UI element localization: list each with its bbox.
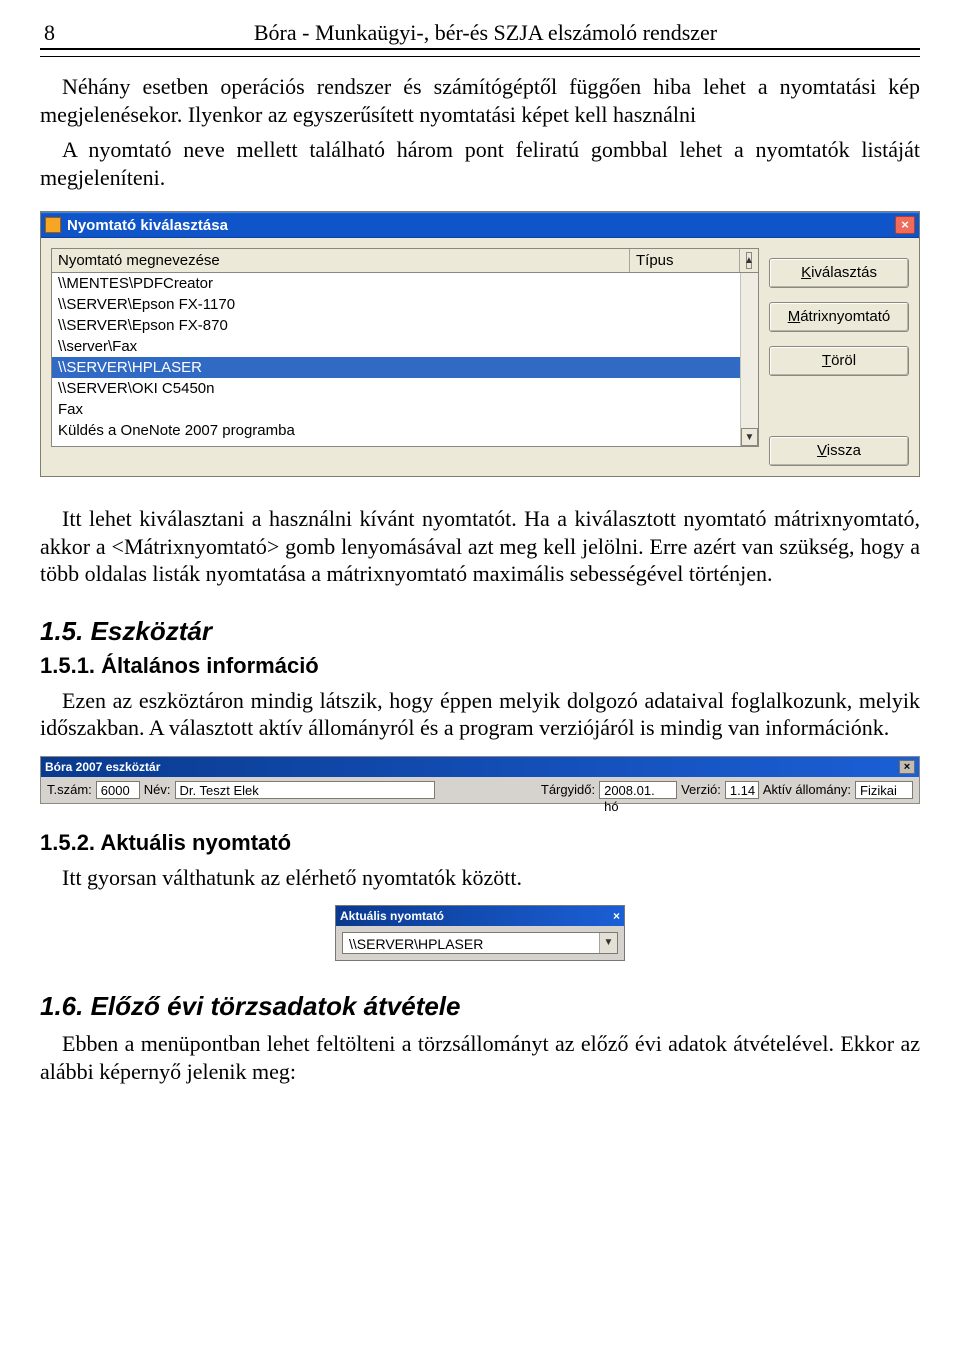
paragraph-intro: Néhány esetben operációs rendszer és szá… — [40, 73, 920, 128]
close-icon[interactable]: × — [895, 216, 915, 234]
field-targyido[interactable]: 2008.01. hó — [599, 781, 677, 799]
heading-1-6: 1.6. Előző évi törzsadatok átvétele — [40, 991, 920, 1022]
scrollbar[interactable]: ▼ — [740, 273, 758, 446]
field-nev[interactable]: Dr. Teszt Elek — [175, 781, 435, 799]
list-row[interactable]: \\server\Fax — [52, 336, 758, 357]
header-title: Bóra - Munkaügyi-, bér-és SZJA elszámoló… — [55, 20, 916, 46]
heading-1-5-2: 1.5.2. Aktuális nyomtató — [40, 830, 920, 856]
heading-1-5: 1.5. Eszköztár — [40, 616, 920, 647]
page-number: 8 — [44, 20, 55, 46]
field-tszam[interactable]: 6000 — [96, 781, 140, 799]
field-aktiv-allomany[interactable]: Fizikai — [855, 781, 913, 799]
back-button[interactable]: Vissza — [769, 436, 909, 466]
scroll-down-icon[interactable]: ▼ — [741, 428, 758, 446]
toolbar-dialog: Bóra 2007 eszköztár × T.szám: 6000 Név: … — [40, 756, 920, 804]
current-printer-combo[interactable]: \\SERVER\HPLASER ▼ — [342, 932, 618, 954]
header-rule-thin — [40, 56, 920, 57]
list-row[interactable]: \\SERVER\OKI C5450n — [52, 378, 758, 399]
app-icon — [45, 217, 61, 233]
current-printer-titlebar[interactable]: Aktuális nyomtató × — [336, 906, 624, 926]
list-row[interactable]: Küldés a OneNote 2007 programba — [52, 420, 758, 441]
list-row[interactable]: \\SERVER\Epson FX-1170 — [52, 294, 758, 315]
list-row[interactable]: Fax — [52, 399, 758, 420]
matrix-printer-button[interactable]: Mátrixnyomtató — [769, 302, 909, 332]
label-nev: Név: — [144, 782, 171, 797]
col-header-type[interactable]: Típus — [630, 249, 740, 272]
toolbar-title: Bóra 2007 eszköztár — [45, 760, 160, 774]
header-rule-thick — [40, 48, 920, 50]
col-header-scroll: ▲ — [740, 249, 758, 272]
toolbar-titlebar[interactable]: Bóra 2007 eszköztár × — [41, 757, 919, 777]
close-icon[interactable]: × — [613, 909, 620, 923]
printer-list: Nyomtató megnevezése Típus ▲ \\MENTES\PD… — [51, 248, 759, 466]
current-printer-title: Aktuális nyomtató — [340, 909, 444, 923]
printer-select-dialog: Nyomtató kiválasztása × Nyomtató megneve… — [40, 211, 920, 477]
close-icon[interactable]: × — [899, 760, 915, 774]
scroll-up-icon[interactable]: ▲ — [746, 252, 752, 269]
list-row-selected[interactable]: \\SERVER\HPLASER — [52, 357, 758, 378]
paragraph-current-printer: Itt gyorsan válthatunk az elérhető nyomt… — [40, 864, 920, 892]
paragraph-toolbar-info: Ezen az eszköztáron mindig látszik, hogy… — [40, 687, 920, 742]
label-targyido: Tárgyidő: — [541, 782, 595, 797]
label-verzio: Verzió: — [681, 782, 721, 797]
field-verzio[interactable]: 1.14 — [725, 781, 759, 799]
printer-list-header: Nyomtató megnevezése Típus ▲ — [51, 248, 759, 272]
label-tszam: T.szám: — [47, 782, 92, 797]
paragraph-matrix: Itt lehet kiválasztani a használni kíván… — [40, 505, 920, 588]
current-printer-value: \\SERVER\HPLASER — [343, 933, 599, 953]
dialog-title: Nyomtató kiválasztása — [67, 217, 228, 234]
chevron-down-icon[interactable]: ▼ — [599, 933, 617, 953]
current-printer-dialog: Aktuális nyomtató × \\SERVER\HPLASER ▼ — [335, 905, 625, 961]
select-button[interactable]: Kiválasztás — [769, 258, 909, 288]
dialog-titlebar[interactable]: Nyomtató kiválasztása × — [41, 212, 919, 238]
col-header-name[interactable]: Nyomtató megnevezése — [52, 249, 630, 272]
heading-1-5-1: 1.5.1. Általános információ — [40, 653, 920, 679]
delete-button[interactable]: Töröl — [769, 346, 909, 376]
list-row[interactable]: \\SERVER\Epson FX-870 — [52, 315, 758, 336]
list-row[interactable]: \\MENTES\PDFCreator — [52, 273, 758, 294]
label-aktiv-allomany: Aktív állomány: — [763, 782, 851, 797]
paragraph-previous-year: Ebben a menüpontban lehet feltölteni a t… — [40, 1030, 920, 1085]
paragraph-threedots: A nyomtató neve mellett található három … — [40, 136, 920, 191]
